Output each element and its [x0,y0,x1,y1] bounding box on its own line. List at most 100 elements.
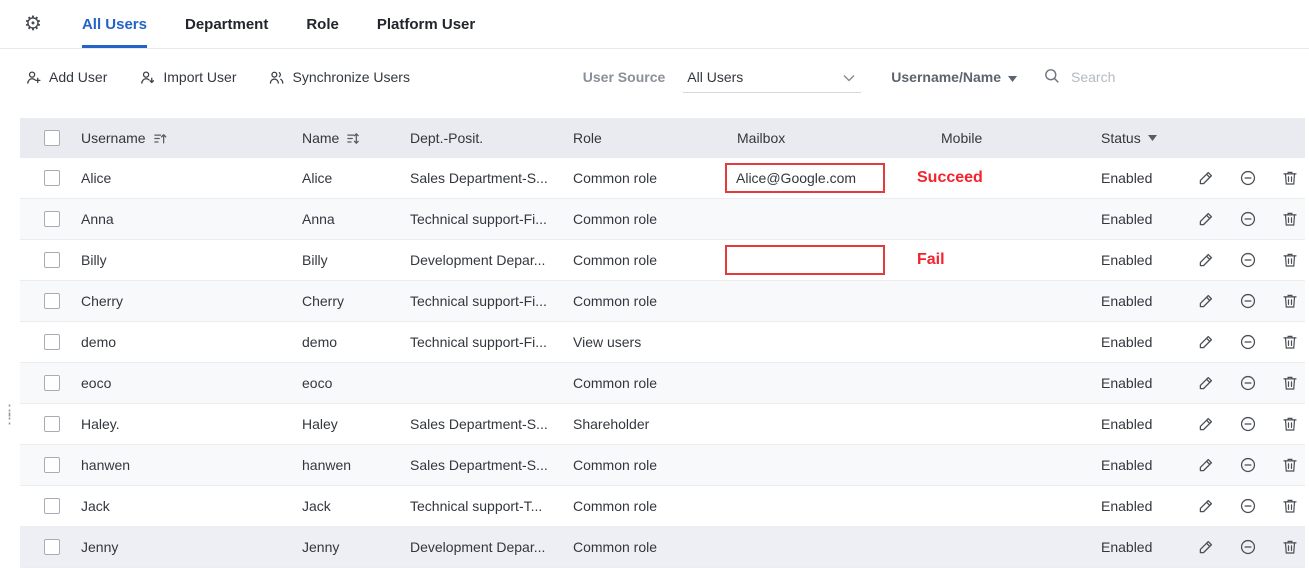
delete-icon[interactable] [1281,292,1299,310]
row-checkbox[interactable] [44,293,60,309]
disable-icon[interactable] [1239,415,1257,433]
cell-mobile: Succeed [941,169,1101,187]
row-checkbox[interactable] [44,416,60,432]
delete-icon[interactable] [1281,538,1299,556]
settings-gear-icon[interactable]: ⚙ [24,14,42,34]
row-checkbox[interactable] [44,334,60,350]
edit-icon[interactable] [1197,292,1215,310]
synchronize-users-icon [268,69,285,86]
sort-icon[interactable] [153,131,168,146]
disable-icon[interactable] [1239,374,1257,392]
user-source-label: User Source [583,69,665,85]
row-checkbox[interactable] [44,252,60,268]
delete-icon[interactable] [1281,456,1299,474]
disable-icon[interactable] [1239,538,1257,556]
edit-icon[interactable] [1197,169,1215,187]
edit-icon[interactable] [1197,415,1215,433]
tab-role[interactable]: Role [306,0,339,48]
cell-dept: Technical support-T... [410,498,573,514]
cell-role: Shareholder [573,416,737,432]
disable-icon[interactable] [1239,497,1257,515]
delete-icon[interactable] [1281,497,1299,515]
search-input[interactable] [1069,68,1285,86]
tab-label: Department [185,16,268,33]
row-checkbox[interactable] [44,211,60,227]
delete-icon[interactable] [1281,374,1299,392]
edit-icon[interactable] [1197,210,1215,228]
cell-username: Cherry [81,293,302,309]
edit-icon[interactable] [1197,538,1215,556]
column-label: Mailbox [737,130,785,146]
table-header: Username Name Dept.-Posit. Role Mailbox … [20,118,1305,158]
row-checkbox[interactable] [44,457,60,473]
cell-status: Enabled [1101,293,1197,309]
disable-icon[interactable] [1239,333,1257,351]
select-all-checkbox[interactable] [44,130,60,146]
cell-dept: Technical support-Fi... [410,334,573,350]
edit-icon[interactable] [1197,251,1215,269]
delete-icon[interactable] [1281,333,1299,351]
import-user-button[interactable]: Import User [139,69,236,86]
tab-all-users[interactable]: All Users [82,0,147,48]
edit-icon[interactable] [1197,497,1215,515]
edit-icon[interactable] [1197,374,1215,392]
disable-icon[interactable] [1239,169,1257,187]
row-checkbox[interactable] [44,498,60,514]
cell-role: View users [573,334,737,350]
cell-username: Jenny [81,539,302,555]
cell-mailbox [737,450,941,480]
column-header-name: Name [302,130,410,146]
edit-icon[interactable] [1197,333,1215,351]
status-filter-icon[interactable] [1148,135,1157,141]
cell-dept: Sales Department-S... [410,170,573,186]
disable-icon[interactable] [1239,456,1257,474]
column-label: Dept.-Posit. [410,130,483,146]
disable-icon[interactable] [1239,251,1257,269]
add-user-label: Add User [49,69,107,85]
cell-status: Enabled [1101,457,1197,473]
delete-icon[interactable] [1281,169,1299,187]
row-checkbox[interactable] [44,375,60,391]
drag-handle-dots-icon[interactable]: ⋮⋮ [2,407,17,423]
search-box[interactable] [1043,67,1285,87]
delete-icon[interactable] [1281,210,1299,228]
cell-dept: Technical support-Fi... [410,293,573,309]
delete-icon[interactable] [1281,251,1299,269]
edit-icon[interactable] [1197,456,1215,474]
cell-name: Jack [302,498,410,514]
cell-role: Common role [573,375,737,391]
column-header-role: Role [573,130,737,146]
tab-department[interactable]: Department [185,0,268,48]
cell-name: Anna [302,211,410,227]
row-checkbox[interactable] [44,539,60,555]
cell-username: demo [81,334,302,350]
disable-icon[interactable] [1239,210,1257,228]
cell-role: Common role [573,293,737,309]
cell-status: Enabled [1101,416,1197,432]
annotation-text: Fail [917,251,945,269]
cell-name: Cherry [302,293,410,309]
add-user-button[interactable]: Add User [25,69,107,86]
disable-icon[interactable] [1239,292,1257,310]
cell-dept: Sales Department-S... [410,416,573,432]
user-source-select[interactable]: All Users [683,61,861,93]
column-header-mobile: Mobile [941,130,1101,146]
cell-dept: Development Depar... [410,539,573,555]
cell-username: hanwen [81,457,302,473]
username-name-filter-dropdown[interactable]: Username/Name [891,69,1017,85]
tab-platform-user[interactable]: Platform User [377,0,475,48]
column-label: Role [573,130,602,146]
cell-name: demo [302,334,410,350]
column-header-dept: Dept.-Posit. [410,130,573,146]
cell-mailbox [737,409,941,439]
cell-actions [1197,497,1309,515]
cell-status: Enabled [1101,375,1197,391]
table-row: Alice Alice Sales Department-S... Common… [20,158,1305,199]
column-label: Mobile [941,130,982,146]
sort-icon[interactable] [346,131,361,146]
cell-status: Enabled [1101,334,1197,350]
row-checkbox[interactable] [44,170,60,186]
delete-icon[interactable] [1281,415,1299,433]
column-header-username: Username [81,130,302,146]
synchronize-users-button[interactable]: Synchronize Users [268,69,410,86]
